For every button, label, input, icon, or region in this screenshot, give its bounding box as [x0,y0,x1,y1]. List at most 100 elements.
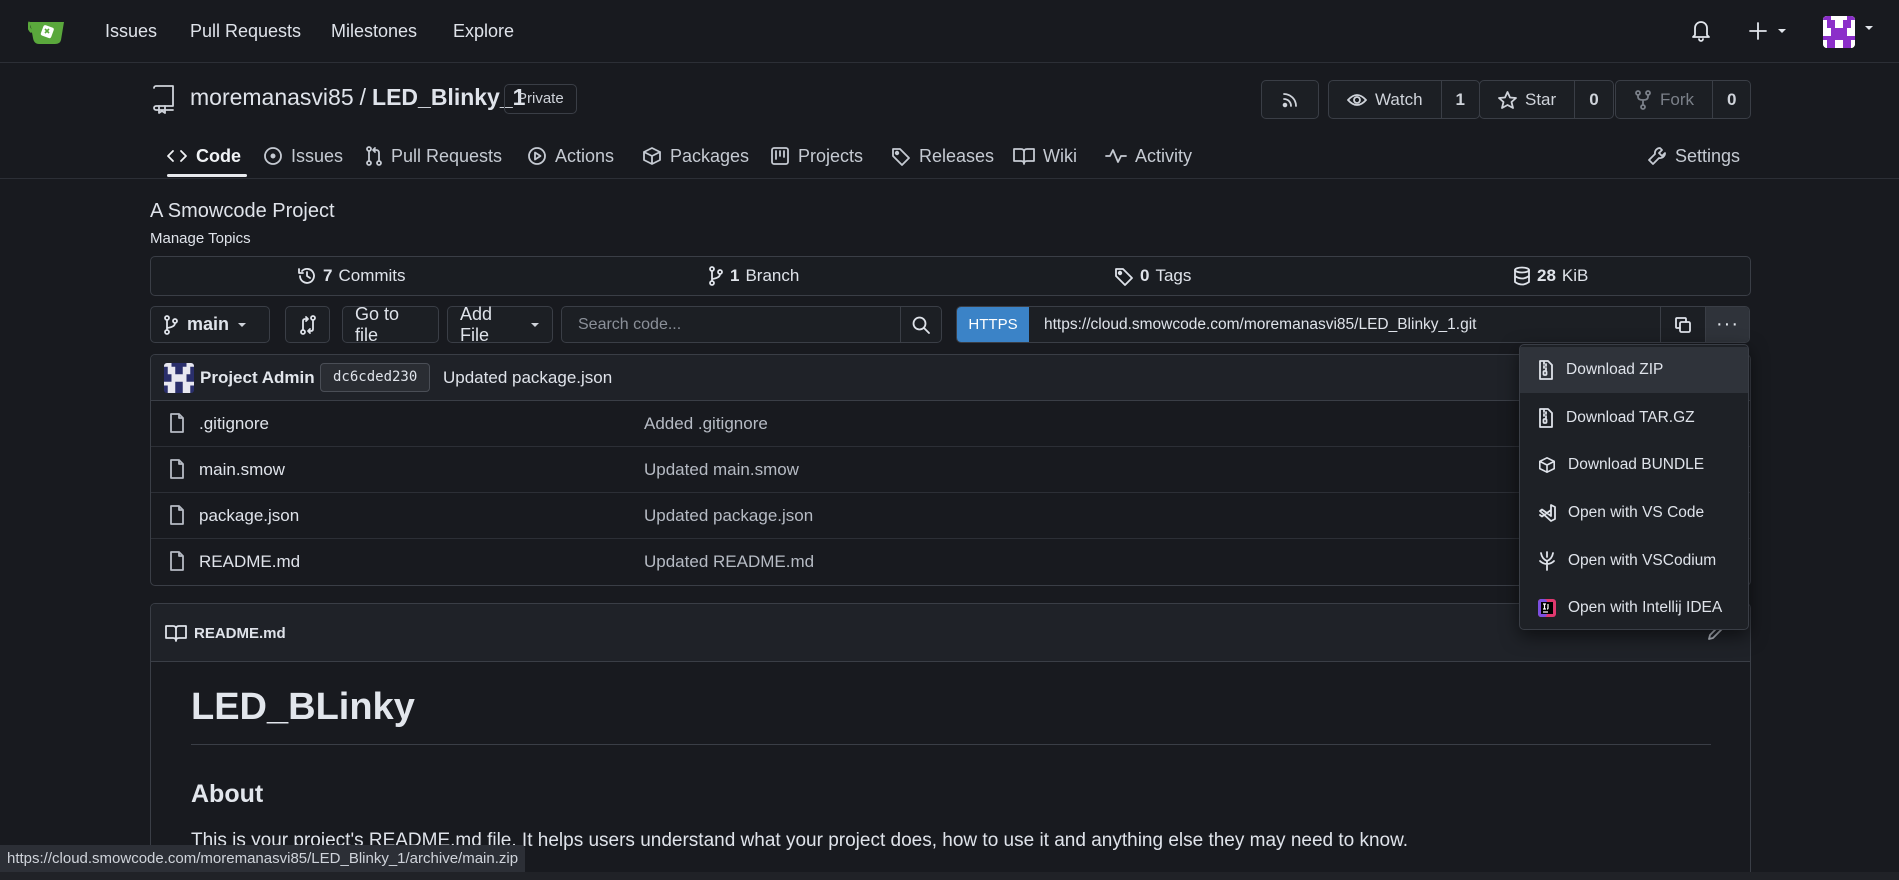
tab-wiki[interactable]: Wiki [1013,134,1077,178]
search-input[interactable] [562,307,900,342]
file-name[interactable]: package.json [199,506,299,526]
nav-milestones[interactable]: Milestones [331,21,417,42]
package-icon [642,146,662,166]
menu-open-vscode[interactable]: Open with VS Code [1520,490,1748,536]
file-name[interactable]: .gitignore [199,414,269,434]
tags-stat[interactable]: 0 Tags [1114,257,1191,295]
file-icon [169,505,185,525]
branch-icon [708,266,724,286]
file-row: README.md Updated README.md [151,539,1750,585]
readme-filename[interactable]: README.md [194,625,286,642]
bell-icon[interactable] [1690,18,1712,42]
tab-actions[interactable]: Actions [527,134,614,178]
tag-icon [1114,266,1134,286]
star-label: Star [1525,89,1557,109]
rss-button[interactable] [1261,80,1319,119]
file-name[interactable]: main.smow [199,460,285,480]
star-icon [1498,90,1517,109]
eye-icon [1347,92,1367,108]
footer-strip [0,872,1899,880]
commits-stat[interactable]: 7 Commits [297,257,406,295]
clone-url-input[interactable]: https://cloud.smowcode.com/moremanasvi85… [1044,307,1476,342]
branch-name: main [187,314,230,334]
file-icon [169,413,185,433]
tab-issues[interactable]: Issues [263,134,343,178]
menu-download-targz-label: Download TAR.GZ [1566,409,1695,426]
issue-icon [263,146,283,166]
wrench-icon [1647,146,1667,166]
branch-count: 1 [730,266,740,285]
repo-name-link[interactable]: LED_Blinky_1 [372,84,525,110]
go-to-file-button[interactable]: Go to file [342,304,439,345]
tab-settings[interactable]: Settings [1647,134,1740,178]
file-commit-message[interactable]: Added .gitignore [644,414,768,434]
tab-issues-label: Issues [291,145,344,166]
file-commit-message[interactable]: Updated package.json [644,506,813,526]
package-icon [1538,456,1556,474]
commit-author-avatar[interactable] [164,363,194,393]
tab-packages-label: Packages [670,145,750,166]
tab-code[interactable]: Code [166,134,241,178]
copy-url-button[interactable] [1660,307,1705,342]
branch-selector[interactable]: main [150,306,270,343]
repo-description: A Smowcode Project [150,200,335,222]
user-avatar[interactable] [1823,16,1855,48]
compare-button[interactable] [285,306,330,343]
project-icon [770,146,790,166]
nav-issues[interactable]: Issues [105,21,157,42]
tab-packages[interactable]: Packages [642,134,749,178]
tags-label: Tags [1155,266,1192,285]
nav-explore[interactable]: Explore [453,21,514,42]
https-button[interactable]: HTTPS [957,307,1029,342]
menu-download-zip[interactable]: Download ZIP [1520,347,1748,393]
branch-stat[interactable]: 1 Branch [708,257,799,295]
fork-count[interactable]: 0 [1712,81,1750,118]
fork-button[interactable]: Fork 0 [1615,80,1752,119]
history-icon [297,266,317,286]
book-icon [165,624,187,642]
tab-pull-requests-label: Pull Requests [391,145,503,166]
gitea-logo-icon[interactable] [28,16,66,46]
play-icon [527,146,547,166]
menu-download-targz[interactable]: Download TAR.GZ [1520,395,1748,441]
manage-topics-link[interactable]: Manage Topics [150,230,251,247]
menu-download-bundle[interactable]: Download BUNDLE [1520,442,1748,488]
tab-releases[interactable]: Releases [891,134,994,178]
readme-header: README.md [151,604,1750,662]
tab-settings-label: Settings [1675,145,1741,166]
menu-open-vscodium[interactable]: Open with VSCodium [1520,538,1748,584]
nav-pull-requests[interactable]: Pull Requests [190,21,301,42]
menu-download-bundle-label: Download BUNDLE [1568,456,1705,473]
menu-open-vscode-label: Open with VS Code [1568,504,1705,521]
menu-open-intellij[interactable]: Open with Intellij IDEA [1520,585,1748,631]
commit-sha[interactable]: dc6cded230 [320,363,431,392]
watch-button[interactable]: Watch 1 [1328,80,1481,119]
commit-message[interactable]: Updated package.json [443,368,612,388]
clone-panel: HTTPS https://cloud.smowcode.com/moreman… [956,306,1750,343]
chevron-down-icon[interactable] [1863,22,1875,34]
file-name[interactable]: README.md [199,552,300,572]
watch-count[interactable]: 1 [1440,81,1479,118]
tab-wiki-label: Wiki [1043,145,1077,166]
commits-label: Commits [338,266,406,285]
create-plus-icon[interactable] [1748,20,1788,42]
search-button[interactable] [900,307,941,342]
readme-divider [191,744,1711,745]
file-commit-message[interactable]: Updated main.smow [644,460,799,480]
tab-activity[interactable]: Activity [1105,134,1192,178]
star-count[interactable]: 0 [1574,81,1612,118]
menu-download-zip-label: Download ZIP [1566,361,1664,378]
repo-owner-link[interactable]: moremanasvi85 [190,84,354,110]
repo-stats-bar: 7 Commits 1 Branch 0 Tags 28 KiB [150,256,1751,296]
file-zip-icon [1538,360,1554,380]
file-icon [169,551,185,571]
file-row: .gitignore Added .gitignore [151,401,1750,447]
star-button[interactable]: Star 0 [1479,80,1614,119]
tab-pull-requests[interactable]: Pull Requests [365,134,502,178]
more-options-button[interactable]: ··· [1705,307,1749,342]
commit-author[interactable]: Project Admin [200,368,315,388]
file-commit-message[interactable]: Updated README.md [644,552,814,572]
tab-projects[interactable]: Projects [770,134,863,178]
add-file-button[interactable]: Add File [447,304,553,345]
watch-label: Watch [1375,89,1423,109]
